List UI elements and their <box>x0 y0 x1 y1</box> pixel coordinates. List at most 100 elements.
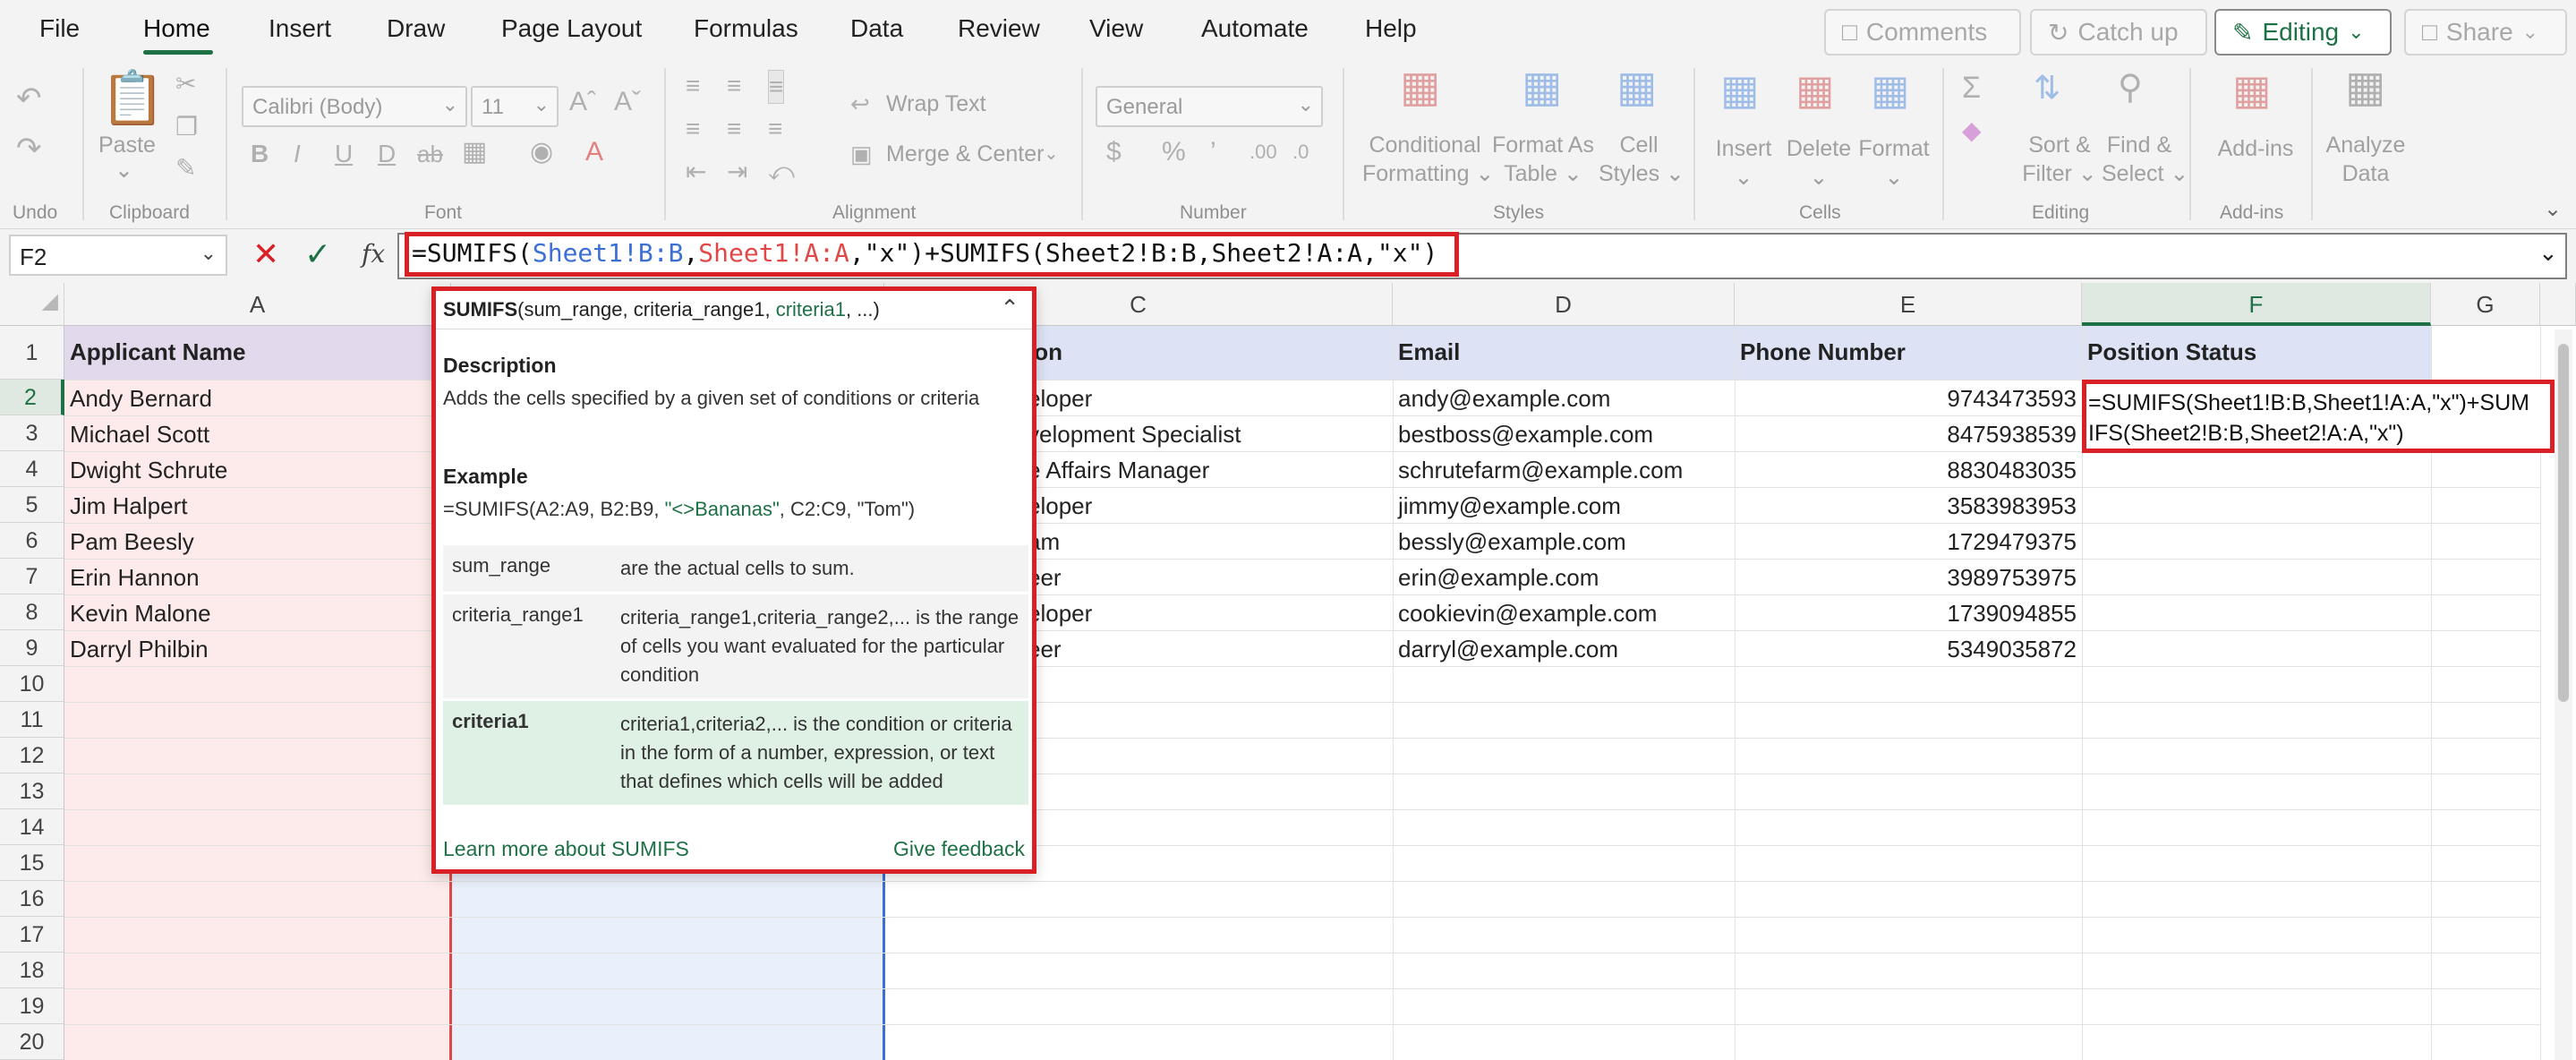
cell-phone[interactable]: 3583983953 <box>1735 492 2082 520</box>
cell-email[interactable]: schrutefarm@example.com <box>1393 457 1735 484</box>
enter-icon[interactable]: ✓ <box>304 236 331 272</box>
column-header-e[interactable]: E <box>1735 283 2082 326</box>
cancel-icon[interactable]: ✕ <box>252 236 279 272</box>
conditional-formatting-icon[interactable]: ▦ <box>1400 66 1440 109</box>
row-header[interactable]: 4 <box>0 451 64 487</box>
row-header[interactable]: 13 <box>0 774 64 809</box>
cell-position[interactable]: eer <box>1022 636 1393 663</box>
align-top-icon[interactable]: ≡ <box>686 70 700 102</box>
format-as-table-icon[interactable]: ▦ <box>1522 66 1562 109</box>
vertical-scrollbar[interactable] <box>2555 329 2572 1060</box>
column-header-a[interactable]: A <box>64 283 451 326</box>
tab-help[interactable]: Help <box>1365 14 1417 43</box>
row-header[interactable]: 6 <box>0 523 64 559</box>
strikethrough-icon[interactable]: ab <box>417 138 443 170</box>
row-header[interactable]: 11 <box>0 702 64 738</box>
share-button[interactable]: □ Share ⌄ <box>2404 9 2567 56</box>
collapse-ribbon-icon[interactable]: ⌄ <box>2544 193 2562 226</box>
row-header[interactable]: 17 <box>0 917 64 953</box>
row-header[interactable]: 14 <box>0 809 64 845</box>
header-email[interactable]: Email <box>1393 338 1735 366</box>
format-cells-button[interactable]: Format ⌄ <box>1856 134 1932 192</box>
cell-phone[interactable]: 8475938539 <box>1735 421 2082 449</box>
tab-draw[interactable]: Draw <box>387 14 445 43</box>
decrease-indent-icon[interactable]: ⇤ <box>686 156 706 188</box>
tab-review[interactable]: Review <box>958 14 1040 43</box>
row-header[interactable]: 2 <box>0 380 64 415</box>
find-select-icon[interactable]: ⚲ <box>2118 71 2143 105</box>
cell-phone[interactable]: 1739094855 <box>1735 600 2082 628</box>
merge-center-icon[interactable]: ▣ <box>850 138 873 170</box>
column-header-g[interactable]: G <box>2431 283 2540 326</box>
format-as-table-button[interactable]: Format As Table ⌄ <box>1491 131 1595 188</box>
wrap-text-icon[interactable]: ↩ <box>850 88 870 120</box>
tab-view[interactable]: View <box>1089 14 1143 43</box>
analyze-data-icon[interactable]: ▦ <box>2345 66 2385 109</box>
cell-name[interactable]: Dwight Schrute <box>64 457 451 484</box>
cell-name[interactable]: Darryl Philbin <box>64 636 451 663</box>
tab-insert[interactable]: Insert <box>269 14 331 43</box>
add-ins-button[interactable]: Add-ins <box>2211 134 2300 163</box>
cell-position[interactable]: eloper <box>1022 492 1393 520</box>
delete-cells-button[interactable]: Delete ⌄ <box>1783 134 1855 192</box>
row-header[interactable]: 3 <box>0 415 64 451</box>
give-feedback-link[interactable]: Give feedback <box>893 837 1025 861</box>
cell-email[interactable]: jimmy@example.com <box>1393 492 1735 520</box>
row-header[interactable]: 20 <box>0 1024 64 1060</box>
header-position-status[interactable]: Position Status <box>2082 338 2431 366</box>
conditional-formatting-button[interactable]: Conditional Formatting ⌄ <box>1362 131 1494 188</box>
cell-position[interactable]: eer <box>1022 564 1393 592</box>
bold-icon[interactable]: B <box>251 138 269 170</box>
cell-name[interactable]: Erin Hannon <box>64 564 451 592</box>
scrollbar-thumb[interactable] <box>2558 344 2569 702</box>
cell-styles-button[interactable]: Cell Styles ⌄ <box>1599 131 1685 188</box>
delete-cells-icon[interactable]: ▦ <box>1796 69 1834 110</box>
increase-indent-icon[interactable]: ⇥ <box>727 156 747 188</box>
cell-email[interactable]: bestboss@example.com <box>1393 421 1735 449</box>
tab-file[interactable]: File <box>39 14 80 43</box>
cell-email[interactable]: cookievin@example.com <box>1393 600 1735 628</box>
merge-center-button[interactable]: Merge & Center <box>886 140 1044 168</box>
sort-filter-button[interactable]: Sort & Filter ⌄ <box>2019 131 2100 188</box>
autosum-icon[interactable]: Σ <box>1962 72 1981 104</box>
increase-decimal-icon[interactable]: .00 <box>1250 136 1277 168</box>
row-header[interactable]: 7 <box>0 559 64 594</box>
double-underline-icon[interactable]: D <box>378 138 396 170</box>
undo-icon[interactable]: ↶ <box>16 82 42 115</box>
add-ins-icon[interactable]: ▦ <box>2232 69 2271 110</box>
cell-email[interactable]: erin@example.com <box>1393 564 1735 592</box>
insert-function-icon[interactable]: fx <box>362 236 385 272</box>
tab-page-layout[interactable]: Page Layout <box>501 14 642 43</box>
row-header[interactable]: 16 <box>0 881 64 917</box>
active-cell-f2[interactable]: =SUMIFS(Sheet1!B:B,Sheet1!A:A,"x")+SUM I… <box>2082 380 2555 453</box>
align-right-icon[interactable]: ≡ <box>768 113 782 145</box>
decrease-decimal-icon[interactable]: .0 <box>1292 136 1309 168</box>
cell-name[interactable]: Kevin Malone <box>64 600 451 628</box>
cell-position[interactable]: eloper <box>1022 600 1393 628</box>
insert-cells-icon[interactable]: ▦ <box>1720 69 1759 110</box>
cell-position[interactable]: am <box>1022 528 1393 556</box>
column-header-f[interactable]: F <box>2082 283 2431 326</box>
comments-button[interactable]: □ Comments <box>1824 9 2021 56</box>
cut-icon[interactable]: ✂ <box>175 68 196 100</box>
header-applicant-name[interactable]: Applicant Name <box>64 338 451 366</box>
analyze-data-button[interactable]: Analyze Data <box>2325 131 2406 188</box>
cell-name[interactable]: Michael Scott <box>64 421 451 449</box>
font-name-dropdown[interactable]: Calibri (Body) ⌄ <box>242 86 467 127</box>
align-center-icon[interactable]: ≡ <box>727 113 741 145</box>
cell-position[interactable]: velopment Specialist <box>1022 421 1393 449</box>
comma-style-icon[interactable]: ’ <box>1210 136 1216 168</box>
row-header[interactable]: 12 <box>0 738 64 774</box>
header-phone-number[interactable]: Phone Number <box>1735 338 2082 366</box>
borders-icon[interactable]: ▦ <box>462 136 487 168</box>
underline-icon[interactable]: U <box>335 138 353 170</box>
orientation-icon[interactable]: ⤺ <box>768 156 795 188</box>
cell-phone[interactable]: 8830483035 <box>1735 457 2082 484</box>
clear-icon[interactable]: ◆ <box>1962 115 1982 147</box>
align-bottom-icon[interactable]: ≡ <box>768 70 785 104</box>
fill-color-icon[interactable]: ◉ <box>530 136 553 168</box>
sort-filter-icon[interactable]: ⇅ <box>2034 72 2060 104</box>
cell-phone[interactable]: 9743473593 <box>1735 385 2082 413</box>
row-header[interactable]: 8 <box>0 594 64 630</box>
cell-name[interactable]: Pam Beesly <box>64 528 451 556</box>
